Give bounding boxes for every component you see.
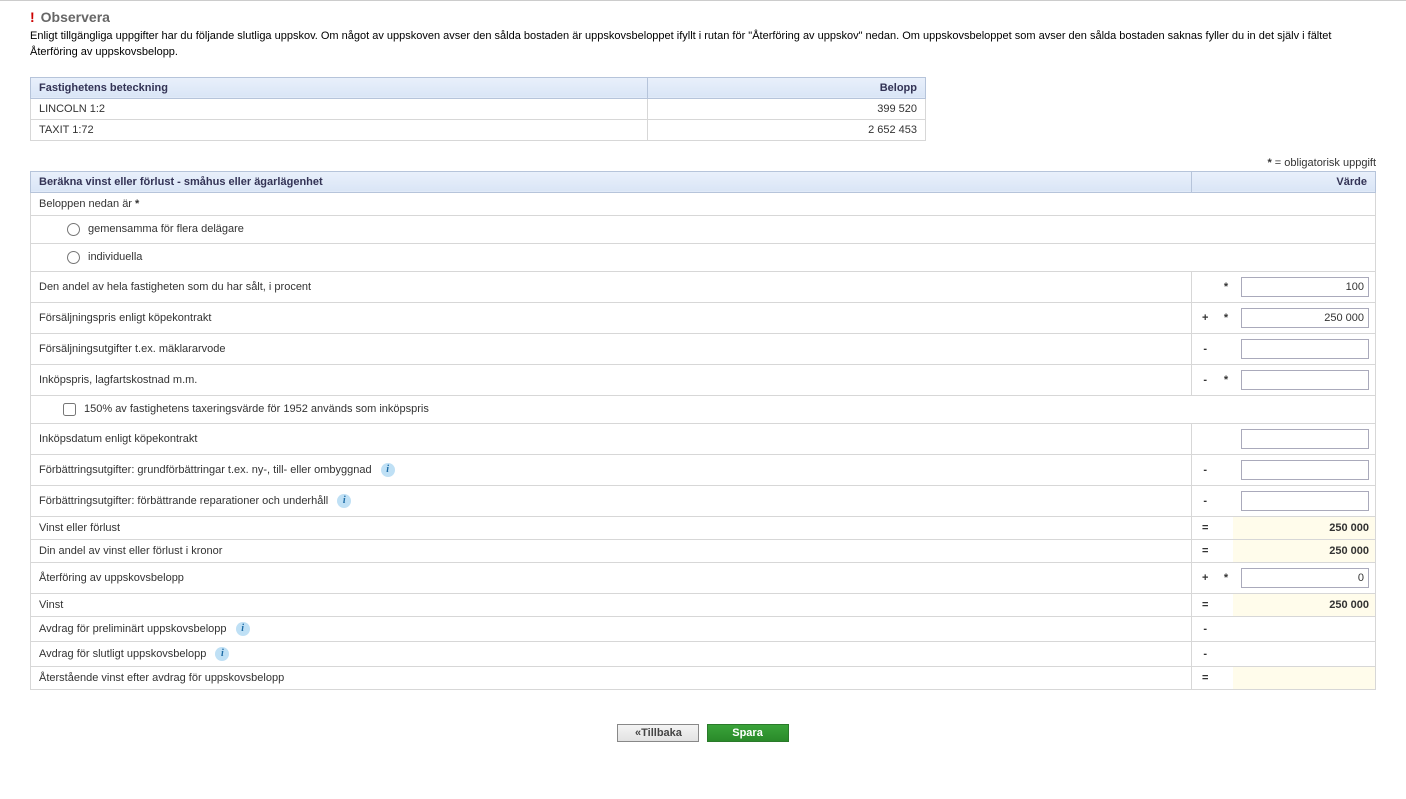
row-saleexp-label: Försäljningsutgifter t.ex. mäklararvode: [31, 333, 1192, 364]
notice-title: Observera: [41, 9, 110, 25]
purchasedate-input[interactable]: [1241, 429, 1369, 449]
saleprice-input[interactable]: [1241, 308, 1369, 328]
form-header-left: Beräkna vinst eller förlust - småhus ell…: [31, 171, 1192, 192]
info-icon[interactable]: i: [381, 463, 395, 477]
notice: ! Observera Enligt tillgängliga uppgifte…: [0, 1, 1406, 75]
dedprel-value: [1233, 616, 1376, 641]
col-designation: Fastighetens beteckning: [31, 77, 648, 98]
profitloss-value: 250 000: [1233, 516, 1376, 539]
table-row: LINCOLN 1:2 399 520: [31, 98, 926, 119]
row-share-label: Den andel av hela fastigheten som du har…: [31, 271, 1192, 302]
row-profitloss-label: Vinst eller förlust: [31, 516, 1192, 539]
row-saleprice-label: Försäljningspris enligt köpekontrakt: [31, 302, 1192, 333]
cb-1952[interactable]: [63, 403, 76, 416]
row-improve1-label: Förbättringsutgifter: grundförbättringar…: [31, 454, 1192, 485]
row-reversal-label: Återföring av uppskovsbelopp: [31, 562, 1192, 593]
remaining-value: [1233, 666, 1376, 689]
property-table: Fastighetens beteckning Belopp LINCOLN 1…: [30, 77, 926, 141]
row-dedfinal-label: Avdrag för slutligt uppskovsbelopp i: [31, 641, 1192, 666]
back-button[interactable]: «Tillbaka: [617, 724, 699, 742]
row-improve2-label: Förbättringsutgifter: förbättrande repar…: [31, 485, 1192, 516]
row-purchasedate-label: Inköpsdatum enligt köpekontrakt: [31, 423, 1192, 454]
form-header-right: Värde: [1191, 171, 1376, 192]
radio-individual[interactable]: [67, 251, 80, 264]
notice-body: Enligt tillgängliga uppgifter har du föl…: [30, 29, 1376, 61]
row-remaining-label: Återstående vinst efter avdrag för uppsk…: [31, 666, 1192, 689]
info-icon[interactable]: i: [236, 622, 250, 636]
info-icon[interactable]: i: [337, 494, 351, 508]
info-icon[interactable]: i: [215, 647, 229, 661]
radio-individual-label: individuella: [88, 251, 142, 263]
col-amount: Belopp: [647, 77, 925, 98]
improve2-input[interactable]: [1241, 491, 1369, 511]
reversal-input[interactable]: [1241, 568, 1369, 588]
table-row: TAXIT 1:72 2 652 453: [31, 119, 926, 140]
profit-value: 250 000: [1233, 593, 1376, 616]
group-label: Beloppen nedan är *: [31, 192, 1376, 215]
row-yourshare-label: Din andel av vinst eller förlust i krono…: [31, 539, 1192, 562]
mandatory-note: * = obligatorisk uppgift: [0, 151, 1406, 171]
row-purchase-label: Inköpspris, lagfartskostnad m.m.: [31, 364, 1192, 395]
radio-shared-label: gemensamma för flera delägare: [88, 223, 244, 235]
row-profit-label: Vinst: [31, 593, 1192, 616]
dedfinal-value: [1233, 641, 1376, 666]
radio-shared[interactable]: [67, 223, 80, 236]
calc-form: Beräkna vinst eller förlust - småhus ell…: [30, 171, 1376, 690]
row-dedprel-label: Avdrag för preliminärt uppskovsbelopp i: [31, 616, 1192, 641]
exclamation-icon: !: [30, 9, 35, 25]
cb-1952-label: 150% av fastighetens taxeringsvärde för …: [84, 403, 429, 415]
share-input[interactable]: [1241, 277, 1369, 297]
purchase-input[interactable]: [1241, 370, 1369, 390]
yourshare-value: 250 000: [1233, 539, 1376, 562]
saleexp-input[interactable]: [1241, 339, 1369, 359]
save-button[interactable]: Spara: [707, 724, 789, 742]
improve1-input[interactable]: [1241, 460, 1369, 480]
